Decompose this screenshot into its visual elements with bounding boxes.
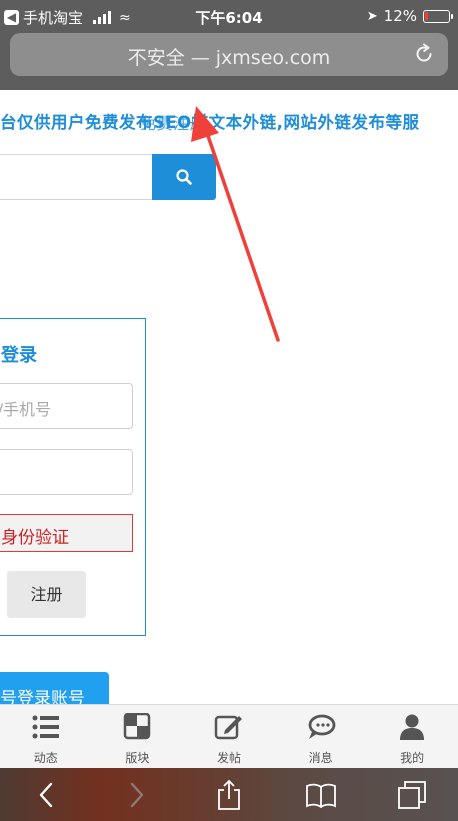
register-button[interactable]: 注册 bbox=[7, 571, 86, 618]
notice-banner: 台仅供用户免费发布SEO描文本外链,网站外链发布等服 免费注册 bbox=[0, 109, 458, 137]
username-placeholder: 用户名/手机号 bbox=[0, 400, 51, 419]
tab-label: 消息 bbox=[308, 751, 333, 765]
tabs-icon bbox=[398, 780, 427, 809]
reload-icon[interactable] bbox=[412, 42, 436, 66]
search-icon bbox=[176, 169, 192, 185]
toolbar-share[interactable] bbox=[183, 768, 275, 821]
browser-toolbar bbox=[0, 768, 458, 821]
search-button[interactable] bbox=[152, 154, 216, 200]
app-tab-bar: 动态 版块 发帖 消息 我的 bbox=[0, 704, 458, 768]
back-icon bbox=[39, 782, 52, 807]
grid-icon bbox=[124, 713, 151, 740]
address-bar[interactable]: 不安全 — jxmseo.com bbox=[10, 33, 448, 76]
location-icon: ➤ bbox=[366, 8, 378, 24]
login-title: 登录 bbox=[1, 345, 37, 366]
tab-forums[interactable]: 版块 bbox=[92, 705, 184, 768]
user-icon bbox=[400, 714, 425, 740]
browser-top-bar: ◀ 手机淘宝 ≈ 下午6:04 ➤ 12% 不安全 — jxmseo.com bbox=[0, 0, 458, 90]
tab-feed[interactable]: 动态 bbox=[0, 705, 92, 768]
compose-icon bbox=[214, 715, 242, 740]
toolbar-forward[interactable] bbox=[92, 768, 184, 821]
status-right: ➤ 12% bbox=[366, 7, 453, 25]
verify-label: 身份验证 bbox=[1, 528, 69, 548]
tab-label: 我的 bbox=[400, 751, 425, 765]
tab-me[interactable]: 我的 bbox=[366, 705, 458, 768]
battery-level bbox=[425, 11, 428, 20]
password-field[interactable] bbox=[0, 449, 133, 495]
tab-label: 动态 bbox=[33, 751, 58, 765]
bookmarks-icon bbox=[305, 783, 336, 808]
battery-icon bbox=[423, 9, 453, 23]
status-bar: ◀ 手机淘宝 ≈ 下午6:04 ➤ 12% bbox=[0, 0, 458, 32]
share-icon bbox=[218, 779, 240, 810]
identity-verify-button[interactable]: 身份验证 bbox=[0, 514, 133, 552]
tab-label: 发帖 bbox=[216, 751, 241, 765]
toolbar-bookmarks[interactable] bbox=[275, 768, 367, 821]
tab-messages[interactable]: 消息 bbox=[275, 705, 367, 768]
notice-overlay-text[interactable]: 免费注册 bbox=[140, 110, 206, 134]
toolbar-back[interactable] bbox=[0, 768, 92, 821]
login-panel: 登录 用户名/手机号 身份验证 注册 bbox=[0, 318, 146, 636]
list-icon bbox=[32, 715, 59, 739]
tab-post[interactable]: 发帖 bbox=[183, 705, 275, 768]
url-text: 不安全 — jxmseo.com bbox=[127, 47, 331, 69]
tab-label: 版块 bbox=[125, 751, 150, 765]
battery-percent: 12% bbox=[383, 7, 417, 25]
forward-icon bbox=[131, 782, 144, 807]
toolbar-tabs[interactable] bbox=[366, 768, 458, 821]
chat-icon bbox=[308, 714, 335, 739]
username-field[interactable]: 用户名/手机号 bbox=[0, 383, 133, 429]
search-input[interactable] bbox=[0, 154, 153, 200]
notice-text: 台仅供用户免费发布SEO描文本外链,网站外链发布等服 bbox=[0, 113, 420, 132]
